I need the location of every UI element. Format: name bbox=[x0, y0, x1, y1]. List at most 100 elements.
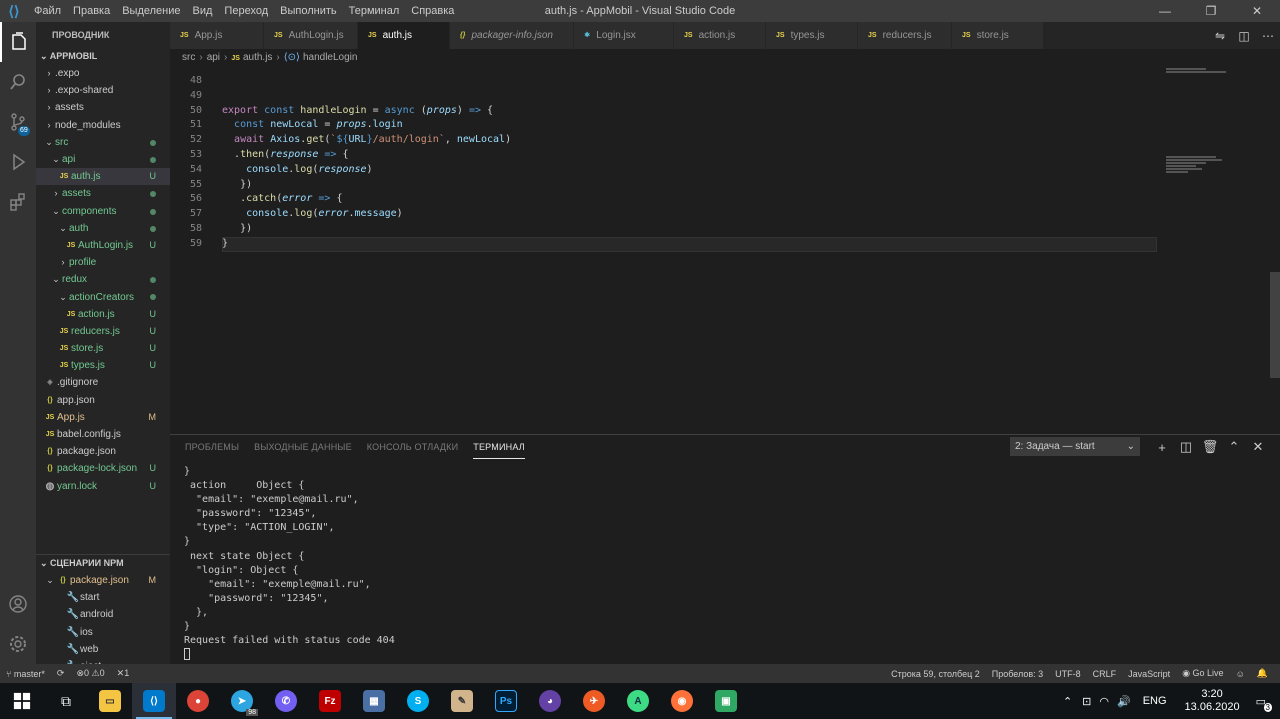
tree-item[interactable]: {} app.json bbox=[36, 392, 170, 409]
encoding[interactable]: UTF-8 bbox=[1049, 669, 1087, 679]
npm-scripts-header[interactable]: ⌄ СЦЕНАРИИ NPM bbox=[36, 554, 170, 571]
language-mode[interactable]: JavaScript bbox=[1122, 669, 1176, 679]
new-terminal-icon[interactable]: + bbox=[1150, 440, 1174, 455]
tree-item[interactable]: ⌄ src bbox=[36, 134, 170, 151]
language-indicator[interactable]: ENG bbox=[1143, 695, 1167, 707]
tree-item[interactable]: JS auth.js U bbox=[36, 168, 170, 186]
open-changes-icon[interactable]: ⇋ bbox=[1208, 29, 1232, 43]
tree-item[interactable]: ◈ .gitignore bbox=[36, 374, 170, 391]
cursor-position[interactable]: Строка 59, столбец 2 bbox=[885, 669, 986, 679]
more-actions-icon[interactable]: ⋯ bbox=[1256, 29, 1280, 43]
photoshop-icon[interactable]: Ps bbox=[484, 683, 528, 719]
maximize-panel-icon[interactable]: ⌃ bbox=[1222, 439, 1246, 455]
breadcrumb-item[interactable]: api bbox=[207, 52, 220, 63]
tree-item[interactable]: › node_modules bbox=[36, 117, 170, 134]
search-icon[interactable] bbox=[0, 62, 36, 102]
menu-item[interactable]: Терминал bbox=[343, 0, 406, 22]
indentation[interactable]: Пробелов: 3 bbox=[986, 669, 1049, 679]
tab[interactable]: JS App.js bbox=[170, 22, 264, 49]
terminal-output[interactable]: } action Object { "email": "exemple@mail… bbox=[184, 465, 395, 662]
tree-item[interactable]: JS reducers.js U bbox=[36, 323, 170, 340]
menu-item[interactable]: Переход bbox=[218, 0, 274, 22]
explorer-icon[interactable] bbox=[0, 22, 36, 62]
tree-item[interactable]: JS store.js U bbox=[36, 340, 170, 357]
menu-item[interactable]: Файл bbox=[28, 0, 67, 22]
settings-gear-icon[interactable] bbox=[0, 624, 36, 664]
extensions-icon[interactable] bbox=[0, 182, 36, 222]
panel-tab[interactable]: ВЫХОДНЫЕ ДАННЫЕ bbox=[254, 435, 352, 459]
app-green-icon[interactable]: ▣ bbox=[704, 683, 748, 719]
tab[interactable]: JS types.js bbox=[766, 22, 858, 49]
tree-item[interactable]: › .expo-shared bbox=[36, 82, 170, 99]
npm-script-item[interactable]: 🔧 android bbox=[36, 606, 170, 623]
tree-item[interactable]: JS AuthLogin.js U bbox=[36, 237, 170, 254]
npm-script-item[interactable]: 🔧 web bbox=[36, 641, 170, 658]
terminal-select[interactable]: 2: Задача — start ⌄ bbox=[1010, 437, 1140, 456]
tree-item[interactable]: › assets bbox=[36, 99, 170, 116]
tree-item[interactable]: › assets bbox=[36, 185, 170, 202]
windows-start-icon[interactable] bbox=[0, 683, 44, 719]
tree-item[interactable]: ⌄ redux bbox=[36, 271, 170, 288]
panel-tab[interactable]: ПРОБЛЕМЫ bbox=[185, 435, 239, 459]
menu-item[interactable]: Справка bbox=[405, 0, 460, 22]
paint-icon[interactable]: ✎ bbox=[440, 683, 484, 719]
chrome-icon[interactable]: ● bbox=[176, 683, 220, 719]
account-icon[interactable] bbox=[0, 584, 36, 624]
minimap[interactable] bbox=[1160, 66, 1268, 432]
firefox-icon[interactable]: ◉ bbox=[660, 683, 704, 719]
tab[interactable]: JS reducers.js bbox=[858, 22, 952, 49]
tab[interactable]: {} packager-info.json bbox=[450, 22, 574, 49]
tree-item[interactable]: ⌄ auth bbox=[36, 220, 170, 237]
tree-item[interactable]: {} package.json bbox=[36, 443, 170, 460]
vscode-taskbar-icon[interactable]: ⟨⟩ bbox=[132, 683, 176, 719]
tab[interactable]: ⚛ Login.jsx bbox=[574, 22, 674, 49]
problems-status[interactable]: ⊗0 ⚠0 bbox=[70, 668, 110, 679]
code-editor[interactable]: 48 49 50 export const handleLogin = async (… bbox=[170, 66, 1268, 432]
line-ending[interactable]: CRLF bbox=[1087, 669, 1123, 679]
source-control-icon[interactable]: 69 bbox=[0, 102, 36, 142]
tab[interactable]: JS AuthLogin.js bbox=[264, 22, 358, 49]
npm-script-item[interactable]: 🔧 ios bbox=[36, 624, 170, 641]
close-panel-icon[interactable]: ✕ bbox=[1246, 439, 1270, 455]
tree-item[interactable]: ◍ yarn.lock U bbox=[36, 478, 170, 495]
processes-status[interactable]: ✕1 bbox=[111, 668, 136, 679]
filezilla-icon[interactable]: Fz bbox=[308, 683, 352, 719]
go-live-button[interactable]: ◉ Go Live bbox=[1176, 668, 1229, 679]
editor-scrollbar-thumb[interactable] bbox=[1270, 272, 1280, 378]
trash-icon[interactable]: 🗑 bbox=[1198, 439, 1222, 455]
skype-icon[interactable]: S bbox=[396, 683, 440, 719]
telegram-icon[interactable]: ➤ 98 bbox=[220, 683, 264, 719]
tree-item[interactable]: JS babel.config.js bbox=[36, 426, 170, 443]
task-view-icon[interactable]: ⧉ bbox=[44, 683, 88, 719]
tree-item[interactable]: ⌄ actionCreators bbox=[36, 288, 170, 305]
feedback-icon[interactable]: ☺ bbox=[1230, 669, 1251, 679]
panel-tab[interactable]: КОНСОЛЬ ОТЛАДКИ bbox=[367, 435, 458, 459]
clock[interactable]: 3:20 13.06.2020 bbox=[1185, 688, 1240, 714]
tree-item[interactable]: ⌄ components bbox=[36, 203, 170, 220]
menu-item[interactable]: Вид bbox=[187, 0, 219, 22]
maximize-button[interactable]: ❐ bbox=[1188, 0, 1234, 22]
app-purple-icon[interactable]: ◕ bbox=[528, 683, 572, 719]
wifi-icon[interactable]: ◠ bbox=[1099, 695, 1109, 708]
project-section-header[interactable]: ⌄ APPMOBIL bbox=[36, 48, 170, 65]
panel-tab[interactable]: ТЕРМИНАЛ bbox=[473, 435, 525, 459]
postman-icon[interactable]: ✈ bbox=[572, 683, 616, 719]
tree-item[interactable]: JS App.js M bbox=[36, 409, 170, 426]
minimize-button[interactable]: — bbox=[1142, 0, 1188, 22]
tray-expand-icon[interactable]: ⌃ bbox=[1063, 695, 1072, 708]
sync-icon[interactable]: ⟳ bbox=[51, 668, 71, 679]
tree-item[interactable]: JS action.js U bbox=[36, 306, 170, 323]
notification-center-icon[interactable]: ▭ 3 bbox=[1256, 695, 1272, 712]
branch-status[interactable]: ⑂ master* bbox=[0, 669, 51, 679]
tree-item[interactable]: › .expo bbox=[36, 65, 170, 82]
tab[interactable]: JS action.js bbox=[674, 22, 766, 49]
calculator-icon[interactable]: ▦ bbox=[352, 683, 396, 719]
menu-item[interactable]: Выделение bbox=[116, 0, 186, 22]
android-studio-icon[interactable]: A bbox=[616, 683, 660, 719]
npm-package-item[interactable]: ⌄{} package.json M bbox=[36, 572, 170, 589]
menu-item[interactable]: Правка bbox=[67, 0, 116, 22]
npm-script-item[interactable]: 🔧 start bbox=[36, 589, 170, 606]
file-explorer-icon[interactable]: ▭ bbox=[88, 683, 132, 719]
tree-item[interactable]: ⌄ api bbox=[36, 151, 170, 168]
tree-item[interactable]: › profile bbox=[36, 254, 170, 271]
